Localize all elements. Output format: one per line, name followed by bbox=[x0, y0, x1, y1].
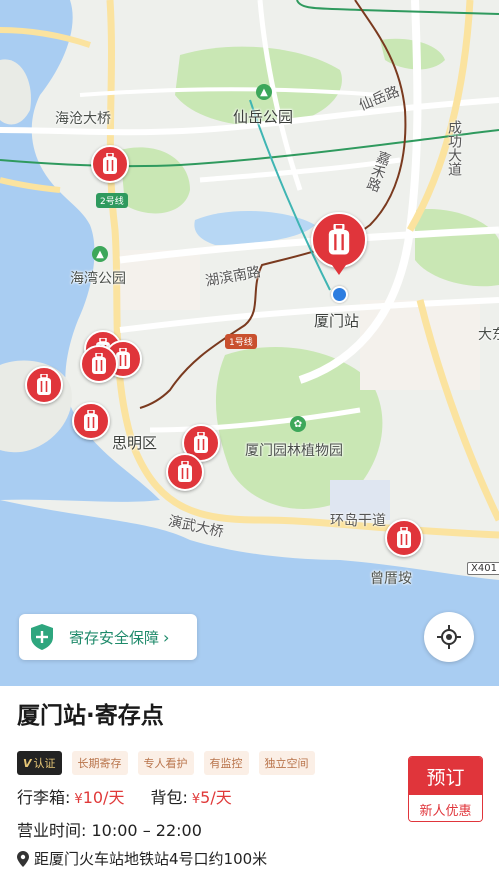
luggage-price: ¥10/天 bbox=[74, 784, 124, 808]
map-label-haiwan-park: 海湾公园 bbox=[70, 271, 126, 287]
map-label-xiamen-station: 厦门站 bbox=[314, 312, 360, 330]
distance-text: 距厦门火车站地铁站4号口约100米 bbox=[34, 850, 268, 868]
distance-info: 距厦门火车站地铁站4号口约100米 bbox=[17, 848, 267, 869]
book-button[interactable]: 预订 新人优惠 bbox=[408, 756, 483, 822]
highway-badge: X401 bbox=[467, 562, 499, 575]
safety-guarantee-button[interactable]: 寄存安全保障 › bbox=[19, 614, 197, 660]
verified-label: 认证 bbox=[33, 757, 56, 770]
price-unit: /天 bbox=[103, 788, 125, 807]
park-icon: ▲ bbox=[256, 84, 272, 100]
chevron-right-icon: › bbox=[163, 627, 170, 647]
storage-pin[interactable] bbox=[166, 453, 204, 491]
book-label: 预订 bbox=[409, 757, 482, 795]
business-hours: 营业时间: 10:00 – 22:00 bbox=[17, 817, 202, 841]
storage-pin[interactable] bbox=[91, 145, 129, 183]
garden-icon: ✿ bbox=[290, 416, 306, 432]
map-label-dadong: 大东 bbox=[478, 327, 499, 343]
road-label-chenggong: 成功大道 bbox=[446, 120, 462, 176]
luggage-price-value: 10 bbox=[82, 788, 104, 807]
storage-pin[interactable] bbox=[385, 519, 423, 557]
new-user-discount-label: 新人优惠 bbox=[409, 795, 482, 821]
tag-monitored: 有监控 bbox=[203, 751, 249, 775]
backpack-price-value: 5 bbox=[200, 788, 211, 807]
location-pin-icon bbox=[17, 850, 29, 867]
verified-badge: V 认证 bbox=[17, 751, 62, 775]
map-view[interactable]: 海沧大桥 仙岳公园 ▲ 仙岳路 成功大道 嘉禾路 湖滨南路 海湾公园 ▲ 2号线… bbox=[0, 0, 499, 686]
storage-pin-selected[interactable] bbox=[311, 212, 367, 275]
hours-value: 10:00 – 22:00 bbox=[91, 821, 202, 840]
tag-private-space: 独立空间 bbox=[258, 751, 315, 775]
shield-plus-icon bbox=[31, 624, 53, 650]
backpack-price: ¥5/天 bbox=[192, 784, 232, 808]
price-row: 行李箱: ¥10/天 背包: ¥5/天 bbox=[17, 784, 232, 808]
road-label-huandao: 环岛干道 bbox=[330, 513, 386, 529]
currency-symbol: ¥ bbox=[191, 792, 201, 807]
locate-me-button[interactable] bbox=[424, 612, 474, 662]
map-label-xianyue-park: 仙岳公园 bbox=[233, 108, 294, 126]
metro-line-1-badge: 1号线 bbox=[225, 334, 257, 349]
luggage-label: 行李箱: bbox=[17, 788, 71, 807]
storage-pin[interactable] bbox=[25, 366, 63, 404]
map-label-siming: 思明区 bbox=[112, 434, 158, 452]
map-label-zengcuoan: 曾厝垵 bbox=[370, 571, 412, 587]
station-title: 厦门站·寄存点 bbox=[17, 703, 164, 729]
metro-station-icon bbox=[331, 286, 348, 303]
tag-attended: 专人看护 bbox=[137, 751, 194, 775]
price-unit: /天 bbox=[210, 788, 232, 807]
storage-pin[interactable] bbox=[72, 402, 110, 440]
map-label-botanical-garden: 厦门园林植物园 bbox=[245, 443, 343, 459]
metro-line-2-badge: 2号线 bbox=[96, 193, 128, 208]
tag-long-term: 长期寄存 bbox=[71, 751, 128, 775]
backpack-label: 背包: bbox=[150, 788, 188, 807]
crosshair-icon bbox=[437, 625, 461, 649]
currency-symbol: ¥ bbox=[74, 792, 83, 807]
hours-label: 营业时间: bbox=[17, 821, 87, 840]
station-info-panel: 厦门站·寄存点 V 认证 长期寄存 专人看护 有监控 独立空间 行李箱: ¥10/… bbox=[0, 686, 499, 873]
park-icon: ▲ bbox=[92, 246, 108, 262]
storage-pin[interactable] bbox=[80, 345, 118, 383]
safety-guarantee-label: 寄存安全保障 bbox=[69, 628, 160, 647]
verified-icon: V bbox=[23, 756, 32, 770]
map-label-haicang-bridge: 海沧大桥 bbox=[55, 111, 111, 127]
feature-tags: V 认证 长期寄存 专人看护 有监控 独立空间 bbox=[17, 751, 325, 775]
